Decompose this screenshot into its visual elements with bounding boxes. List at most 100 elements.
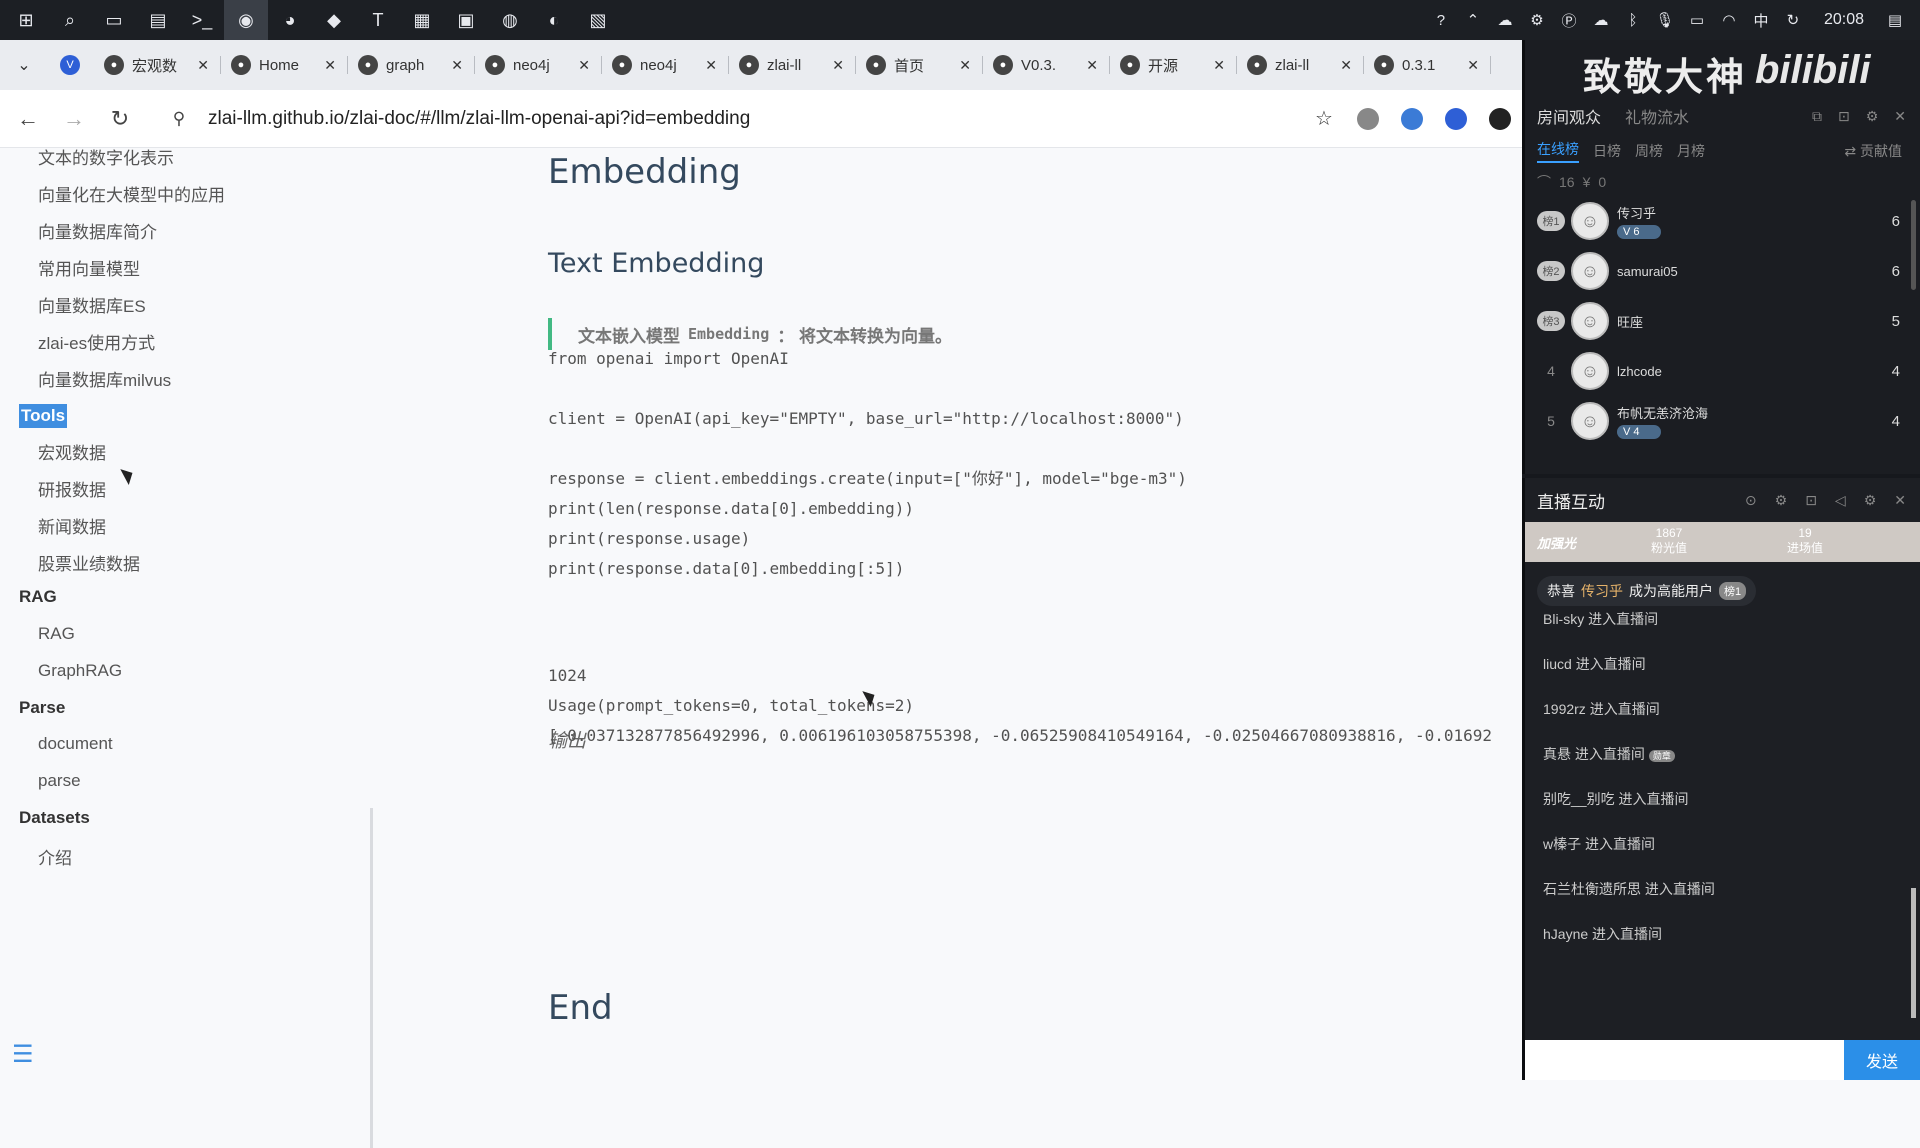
rank-tab[interactable]: 月榜 — [1677, 141, 1705, 161]
p-app-icon[interactable]: Ⓟ — [1558, 9, 1580, 31]
sidebar-item[interactable]: Parse — [19, 698, 65, 718]
viewer-name[interactable]: samurai05 — [1617, 264, 1678, 279]
viewer-name[interactable]: 传习乎 — [1617, 203, 1661, 222]
feishu-icon[interactable]: ◆ — [312, 0, 356, 40]
chevron-up-icon[interactable]: ⌃ — [1462, 9, 1484, 31]
chat-scrollbar[interactable] — [1911, 888, 1916, 1018]
sidebar-item[interactable]: 股票业绩数据 — [38, 550, 140, 575]
chat-user[interactable]: hJayne — [1543, 926, 1588, 942]
sidebar-item[interactable]: 向量化在大模型中的应用 — [38, 181, 225, 206]
tab-close-icon[interactable]: ✕ — [1340, 57, 1352, 74]
settings-icon[interactable]: ⚙ — [1866, 108, 1879, 125]
lock-icon[interactable]: ⊡ — [1838, 108, 1850, 125]
app-icon[interactable]: ▣ — [444, 0, 488, 40]
contribution-toggle[interactable]: ⇄ 贡献值 — [1844, 141, 1920, 161]
wechat-icon[interactable]: ◕ — [268, 0, 312, 40]
sync-icon[interactable]: ↻ — [1782, 9, 1804, 31]
chat-user[interactable]: 1992rz — [1543, 701, 1586, 717]
sidebar-item[interactable]: 文本的数字化表示 — [38, 144, 174, 169]
chrome-2-icon[interactable]: ◍ — [488, 0, 532, 40]
browser-tab[interactable]: ● Home ✕ — [221, 40, 348, 90]
tab-gifts[interactable]: 礼物流水 — [1625, 104, 1689, 128]
tab-close-icon[interactable]: ✕ — [578, 57, 590, 74]
sidebar-item[interactable]: 向量数据库简介 — [38, 218, 157, 243]
audience-scrollbar[interactable] — [1911, 200, 1916, 290]
bluetooth-icon[interactable]: ᛒ — [1622, 9, 1644, 31]
sidebar-item[interactable]: parse — [38, 771, 81, 791]
tab-close-icon[interactable]: ✕ — [1213, 57, 1225, 74]
avatar[interactable]: ☺ — [1571, 202, 1609, 240]
typora-icon[interactable]: T — [356, 0, 400, 40]
close-icon[interactable]: ✕ — [1894, 492, 1906, 509]
sidebar-item[interactable]: 介绍 — [38, 844, 72, 869]
rank-tab[interactable]: 在线榜 — [1537, 139, 1579, 163]
sidebar-item[interactable]: zlai-es使用方式 — [38, 329, 155, 354]
chat-user[interactable]: liucd — [1543, 656, 1572, 672]
clock[interactable]: 20:08 — [1814, 11, 1874, 29]
settings-icon[interactable]: ⚙ — [1526, 9, 1548, 31]
browser-tab[interactable]: ● zlai-ll ✕ — [1237, 40, 1364, 90]
menu-toggle-icon[interactable]: ☰ — [12, 1040, 34, 1069]
avatar[interactable]: ☺ — [1571, 352, 1609, 390]
tab-close-icon[interactable]: ✕ — [705, 57, 717, 74]
sidebar-item[interactable]: 研报数据 — [38, 476, 106, 501]
profile-icon[interactable] — [1489, 107, 1511, 130]
mute-icon[interactable]: ◁ — [1835, 492, 1846, 509]
extension-2-icon[interactable] — [1401, 107, 1423, 130]
tab-close-icon[interactable]: ✕ — [451, 57, 463, 74]
browser-tab[interactable]: ● 首页 ✕ — [856, 40, 983, 90]
chat-user[interactable]: 石兰杜衡遗所思 — [1543, 881, 1641, 897]
back-icon[interactable]: ← — [10, 106, 46, 132]
viewer-name[interactable]: 布帆无恙济沧海 — [1617, 403, 1708, 422]
browser-tab[interactable]: ● neo4j ✕ — [602, 40, 729, 90]
viewer-name[interactable]: lzhcode — [1617, 364, 1662, 379]
link-icon[interactable]: ⊙ — [1745, 492, 1757, 509]
sidebar-item[interactable]: 向量数据库ES — [38, 292, 146, 317]
edge-icon[interactable]: ◐ — [532, 0, 576, 40]
sidebar-item[interactable]: 向量数据库milvus — [38, 366, 171, 391]
sidebar-item[interactable]: 常用向量模型 — [38, 255, 140, 280]
popout-icon[interactable]: ⧉ — [1812, 108, 1822, 125]
viewer-row[interactable]: 4 ☺ lzhcode 4 — [1525, 346, 1920, 396]
help-icon[interactable]: ? — [1430, 9, 1452, 31]
settings-icon[interactable]: ⚙ — [1864, 492, 1877, 509]
sidebar-item[interactable]: 宏观数据 — [38, 439, 106, 464]
viewer-row[interactable]: 榜1 ☺ 传习乎 V 66 — [1525, 196, 1920, 246]
rank-tab[interactable]: 日榜 — [1593, 141, 1621, 161]
reload-icon[interactable]: ↻ — [102, 106, 138, 132]
avatar[interactable]: ☺ — [1571, 402, 1609, 440]
search-icon[interactable]: ⌕ — [48, 0, 92, 40]
close-icon[interactable]: ✕ — [1894, 108, 1906, 125]
ime-indicator[interactable]: 中 — [1750, 9, 1772, 31]
browser-tab[interactable]: ● V0.3. ✕ — [983, 40, 1110, 90]
browser-tab[interactable]: ● 0.3.1 ✕ — [1364, 40, 1491, 90]
notification-icon[interactable]: ▤ — [1884, 9, 1906, 31]
terminal-icon[interactable]: >_ — [180, 0, 224, 40]
browser-tab[interactable]: ● 开源 ✕ — [1110, 40, 1237, 90]
tab-list-chevron-icon[interactable]: ⌄ — [0, 55, 48, 75]
site-info-icon[interactable]: ⚲ — [164, 109, 194, 129]
pinned-tab[interactable]: V — [48, 40, 94, 90]
sidebar-item[interactable]: Datasets — [19, 808, 90, 828]
extension-1-icon[interactable] — [1357, 107, 1379, 130]
extension-3-icon[interactable] — [1445, 107, 1467, 130]
sidebar-item[interactable]: 新闻数据 — [38, 513, 106, 538]
tab-close-icon[interactable]: ✕ — [324, 57, 336, 74]
tab-close-icon[interactable]: ✕ — [197, 57, 209, 74]
avatar[interactable]: ☺ — [1571, 252, 1609, 290]
tab-audience[interactable]: 房间观众 — [1537, 104, 1601, 128]
sidebar-item[interactable]: RAG — [19, 587, 57, 607]
file-explorer-icon[interactable]: ▤ — [136, 0, 180, 40]
viewer-row[interactable]: 榜3 ☺ 旺座 5 — [1525, 296, 1920, 346]
browser-tab[interactable]: ● 宏观数 ✕ — [94, 40, 221, 90]
sidebar-item[interactable]: Tools — [19, 404, 68, 428]
chat-user[interactable]: 别吃__别吃 — [1543, 791, 1615, 807]
rank-tab[interactable]: 周榜 — [1635, 141, 1663, 161]
cloud-icon[interactable]: ☁ — [1494, 9, 1516, 31]
filter-icon[interactable]: ⚙ — [1775, 492, 1788, 509]
cloud-2-icon[interactable]: ☁ — [1590, 9, 1612, 31]
tab-close-icon[interactable]: ✕ — [1086, 57, 1098, 74]
address-bar[interactable]: zlai-llm.github.io/zlai-doc/#/llm/zlai-l… — [208, 108, 1302, 130]
microphone-icon[interactable]: 🎙 — [1654, 9, 1676, 31]
notepad-icon[interactable]: ▦ — [400, 0, 444, 40]
